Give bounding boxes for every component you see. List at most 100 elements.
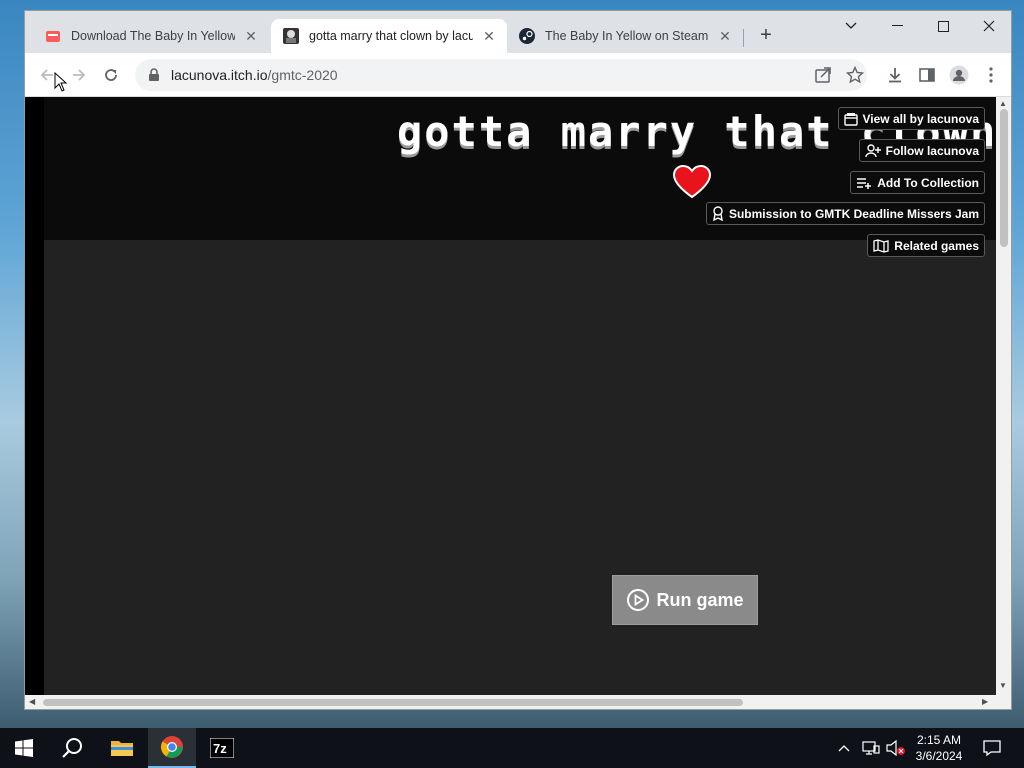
award-ribbon-icon xyxy=(713,206,723,221)
bookmark-button[interactable] xyxy=(845,65,865,85)
reload-button[interactable] xyxy=(99,63,123,87)
play-circle-icon xyxy=(627,589,650,611)
browser-toolbar: lacunova.itch.io/gmtc-2020 xyxy=(25,53,1011,97)
follow-label: Follow lacunova xyxy=(885,143,979,158)
scroll-up-arrow-icon[interactable]: ▲ xyxy=(999,99,1007,108)
map-icon xyxy=(873,238,889,253)
view-all-by-author-button[interactable]: View all by lacunova xyxy=(837,107,985,130)
minimize-icon xyxy=(891,25,903,26)
scroll-down-arrow-icon[interactable]: ▼ xyxy=(999,681,1007,690)
7zip-taskbar-button[interactable]: 7z xyxy=(198,728,246,768)
profile-button[interactable] xyxy=(949,65,969,85)
search-button[interactable] xyxy=(48,728,96,768)
tab-title: gotta marry that clown by lacunova xyxy=(309,29,473,43)
add-collection-label: Add To Collection xyxy=(877,175,979,190)
game-embed-area xyxy=(44,240,996,695)
lock-icon xyxy=(149,68,159,81)
taskbar: 7z 2:15 AM 3/6/2024 xyxy=(0,728,1024,768)
follow-author-button[interactable]: Follow lacunova xyxy=(858,139,985,162)
tab-steam-baby-in-yellow[interactable]: The Baby In Yellow on Steam ✕ xyxy=(507,19,743,53)
volume-button[interactable] xyxy=(886,728,906,768)
playlist-add-icon xyxy=(857,177,872,189)
vertical-scroll-thumb[interactable] xyxy=(1000,109,1008,247)
close-tab-icon[interactable]: ✕ xyxy=(481,28,497,44)
tab-title: Download The Baby In Yellow by xyxy=(71,29,235,43)
tab-download-baby-in-yellow[interactable]: Download The Baby In Yellow by ✕ xyxy=(33,19,269,53)
windows-logo-icon xyxy=(15,739,33,757)
horizontal-scroll-thumb[interactable] xyxy=(43,699,743,706)
svg-text:7z: 7z xyxy=(213,741,227,756)
show-hidden-icons-button[interactable] xyxy=(838,728,850,768)
run-game-label: Run game xyxy=(656,589,744,610)
page-left-strip xyxy=(25,97,44,695)
notifications-button[interactable] xyxy=(980,728,1004,768)
steam-icon xyxy=(519,28,535,44)
volume-muted-icon xyxy=(886,740,905,756)
add-to-collection-button[interactable]: Add To Collection xyxy=(850,171,985,194)
submission-label: Submission to GMTK Deadline Missers Jam xyxy=(728,206,979,221)
arrow-right-icon xyxy=(73,69,86,81)
start-button[interactable] xyxy=(0,728,48,768)
itch-store-icon xyxy=(843,112,858,126)
itch-icon xyxy=(46,31,60,42)
clock-date: 3/6/2024 xyxy=(915,749,963,763)
desktop-background-left xyxy=(0,0,24,728)
close-window-button[interactable] xyxy=(966,11,1011,41)
menu-button[interactable] xyxy=(981,65,1001,85)
run-game-button[interactable]: Run game xyxy=(612,575,758,625)
clock-time: 2:15 AM xyxy=(916,733,962,747)
new-tab-button[interactable]: + xyxy=(755,25,777,47)
network-icon xyxy=(862,741,880,755)
chevron-down-icon xyxy=(845,22,857,29)
system-clock[interactable]: 2:15 AM 3/6/2024 xyxy=(908,732,970,764)
url-text: lacunova.itch.io/gmtc-2020 xyxy=(171,67,338,83)
scroll-right-arrow-icon[interactable]: ▶ xyxy=(982,697,988,706)
network-button[interactable] xyxy=(862,728,880,768)
share-button[interactable] xyxy=(813,65,833,85)
file-explorer-button[interactable] xyxy=(98,728,146,768)
notification-icon xyxy=(983,740,1001,756)
kebab-menu-icon xyxy=(989,67,993,83)
tab-title: The Baby In Yellow on Steam xyxy=(545,29,709,43)
tab-search-button[interactable] xyxy=(828,11,874,41)
7zip-icon: 7z xyxy=(210,738,234,758)
folder-icon xyxy=(111,741,133,756)
maximize-icon xyxy=(937,20,949,32)
maximize-button[interactable] xyxy=(920,11,966,41)
tab-strip: Download The Baby In Yellow by ✕ gotta m… xyxy=(25,11,1011,53)
close-tab-icon[interactable]: ✕ xyxy=(717,28,733,44)
jam-submission-button[interactable]: Submission to GMTK Deadline Missers Jam xyxy=(705,202,985,225)
close-icon xyxy=(983,20,995,32)
heart-icon xyxy=(673,165,711,199)
related-label: Related games xyxy=(894,238,979,253)
url-host: lacunova.itch.io xyxy=(171,67,268,83)
horizontal-scrollbar[interactable]: ◀ ▶ xyxy=(25,695,1011,709)
side-panel-button[interactable] xyxy=(917,65,937,85)
game-thumb-icon xyxy=(283,28,299,44)
reload-icon xyxy=(105,69,117,81)
related-games-button[interactable]: Related games xyxy=(867,234,985,257)
close-tab-icon[interactable]: ✕ xyxy=(243,28,259,44)
avatar-icon xyxy=(949,65,969,85)
vertical-scrollbar[interactable]: ▲ ▼ xyxy=(996,97,1011,695)
chrome-icon xyxy=(161,736,183,758)
forward-button[interactable] xyxy=(67,63,91,87)
tab-gotta-marry-that-clown[interactable]: gotta marry that clown by lacunova ✕ xyxy=(271,19,507,53)
search-icon xyxy=(62,738,82,758)
arrow-left-icon xyxy=(40,69,53,81)
chrome-taskbar-button[interactable] xyxy=(148,728,196,768)
browser-window: Download The Baby In Yellow by ✕ gotta m… xyxy=(24,10,1012,710)
scroll-left-arrow-icon[interactable]: ◀ xyxy=(29,697,35,706)
minimize-button[interactable] xyxy=(874,11,920,41)
mouse-cursor-icon xyxy=(54,72,68,92)
tab-divider xyxy=(743,29,744,47)
download-icon xyxy=(889,68,901,83)
user-plus-icon xyxy=(864,143,881,157)
chevron-up-icon xyxy=(838,745,850,752)
page-content: gotta marry that clown View all by lacun… xyxy=(25,97,1011,709)
downloads-button[interactable] xyxy=(885,65,905,85)
view-all-label: View all by lacunova xyxy=(862,111,980,126)
url-path: /gmtc-2020 xyxy=(267,67,338,83)
address-bar[interactable]: lacunova.itch.io/gmtc-2020 xyxy=(135,59,867,91)
side-panel-icon xyxy=(919,68,935,82)
